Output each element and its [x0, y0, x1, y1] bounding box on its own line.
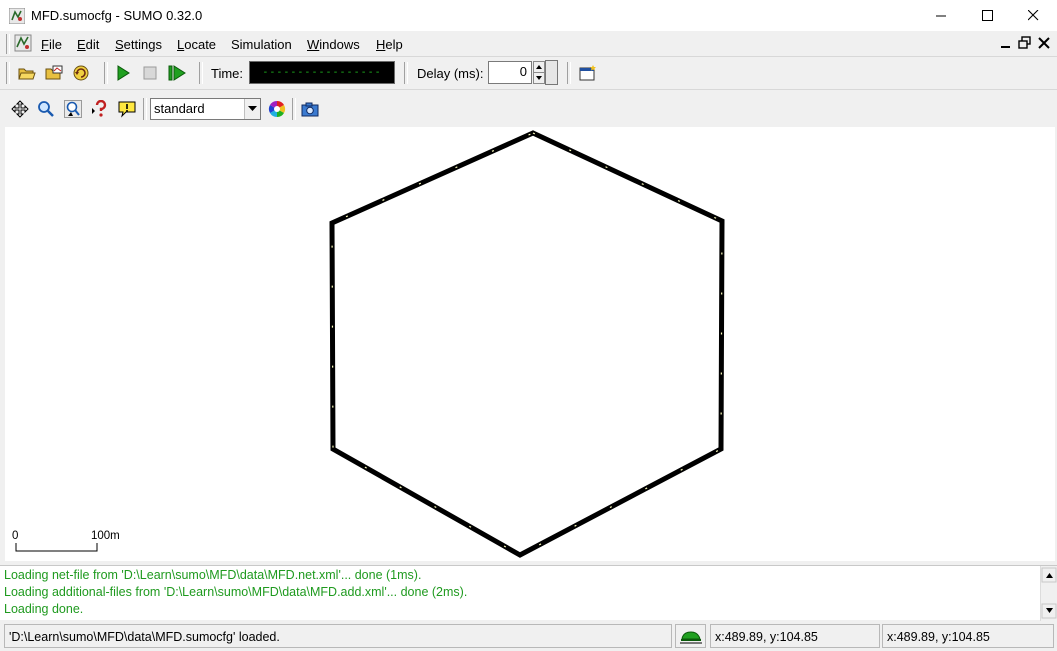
- scale-end-label: 100m: [91, 530, 120, 542]
- status-message: 'D:\Learn\sumo\MFD\data\MFD.sumocfg' loa…: [4, 624, 672, 648]
- recenter-view-button[interactable]: [8, 97, 32, 121]
- menu-simulation[interactable]: Simulation: [231, 37, 292, 52]
- play-icon: [117, 65, 130, 81]
- sumo-app-icon: [9, 8, 25, 24]
- move-arrows-icon: [11, 100, 29, 118]
- status-vehicle-button[interactable]: [675, 624, 706, 648]
- delay-slider[interactable]: [545, 60, 558, 85]
- hexagon-road-network: [329, 130, 725, 558]
- time-display: -----------------: [249, 61, 395, 84]
- cursor-coordinates: x:489.89, y:104.85: [710, 624, 880, 648]
- geo-coordinates: x:489.89, y:104.85: [882, 624, 1054, 648]
- road-network-drawing: [329, 130, 725, 558]
- minimize-button[interactable]: [918, 0, 964, 31]
- network-view-canvas[interactable]: [5, 127, 1055, 561]
- delay-label: Delay (ms):: [417, 66, 484, 81]
- scale-start-label: 0: [12, 530, 19, 542]
- toolbar-grip[interactable]: [199, 62, 203, 84]
- color-wheel-icon: [268, 100, 286, 118]
- status-bar: 'D:\Learn\sumo\MFD\data\MFD.sumocfg' loa…: [0, 621, 1057, 651]
- menu-locate[interactable]: Locate: [177, 37, 216, 52]
- open-config-button[interactable]: [15, 61, 39, 85]
- single-step-button[interactable]: [165, 61, 189, 85]
- locate-magnifier-icon: [64, 100, 82, 118]
- new-window-icon: [579, 65, 596, 81]
- delay-input[interactable]: 0: [488, 61, 532, 84]
- delay-spinner[interactable]: [533, 61, 545, 84]
- mdi-minimize-icon[interactable]: [998, 35, 1014, 51]
- stop-icon: [143, 66, 157, 80]
- stop-button[interactable]: [138, 61, 162, 85]
- edit-viewport-button[interactable]: [34, 97, 58, 121]
- scale-line: [15, 543, 98, 552]
- new-view-button[interactable]: [576, 61, 600, 85]
- car-icon: [679, 631, 702, 644]
- document-icon[interactable]: [14, 34, 32, 52]
- toolbar-grip[interactable]: [104, 62, 108, 84]
- menu-file[interactable]: File: [41, 37, 62, 52]
- visualization-scheme-select[interactable]: standard: [150, 98, 261, 120]
- main-toolbar: Time: ----------------- Delay (ms): 0: [0, 57, 1057, 90]
- log-line: Loading additional-files from 'D:\Learn\…: [4, 585, 468, 599]
- screenshot-button[interactable]: [298, 97, 322, 121]
- message-log[interactable]: Loading net-file from 'D:\Learn\sumo\MFD…: [0, 565, 1057, 621]
- close-icon: [1027, 10, 1038, 21]
- folder-open-icon: [18, 68, 36, 80]
- open-network-button[interactable]: [42, 61, 66, 85]
- menu-edit[interactable]: Edit: [77, 37, 99, 52]
- magnifier-icon: [38, 101, 54, 117]
- log-line: Loading done.: [4, 602, 84, 616]
- minimize-icon: [935, 15, 946, 17]
- log-scrollbar[interactable]: [1040, 566, 1057, 621]
- view-toolbar: standard: [0, 91, 1057, 127]
- edit-coloring-button[interactable]: [265, 97, 289, 121]
- question-mark-icon: [92, 100, 107, 117]
- toolbar-grip[interactable]: [143, 98, 147, 120]
- menubar-grip[interactable]: [6, 34, 10, 54]
- title-bar: MFD.sumocfg - SUMO 0.32.0: [0, 0, 1057, 31]
- query-info-button[interactable]: [88, 97, 112, 121]
- close-button[interactable]: [1010, 0, 1056, 31]
- start-button[interactable]: [111, 61, 135, 85]
- mdi-close-icon[interactable]: [1036, 35, 1052, 51]
- menu-settings[interactable]: Settings: [115, 37, 162, 52]
- menu-windows[interactable]: Windows: [307, 37, 360, 52]
- reload-button[interactable]: [69, 61, 93, 85]
- window-title: MFD.sumocfg - SUMO 0.32.0: [31, 8, 203, 23]
- tooltip-bubble-icon: [118, 101, 136, 118]
- time-label: Time:: [211, 66, 244, 81]
- toolbar-grip[interactable]: [567, 62, 571, 84]
- chevron-down-icon[interactable]: [244, 99, 260, 119]
- scheme-selected-value: standard: [154, 101, 205, 116]
- maximize-icon: [981, 10, 993, 21]
- toolbar-grip[interactable]: [6, 62, 10, 84]
- maximize-button[interactable]: [964, 0, 1010, 31]
- menu-bar: File Edit Settings Locate Simulation Win…: [0, 31, 1057, 57]
- toolbar-grip[interactable]: [404, 62, 408, 84]
- menu-help[interactable]: Help: [376, 37, 403, 52]
- camera-icon: [301, 102, 319, 117]
- step-icon: [168, 65, 186, 81]
- network-folder-icon: [45, 65, 63, 80]
- log-line: Loading net-file from 'D:\Learn\sumo\MFD…: [4, 568, 422, 582]
- mdi-restore-icon[interactable]: [1017, 35, 1033, 51]
- toolbar-grip[interactable]: [292, 98, 296, 120]
- reload-icon: [73, 65, 89, 81]
- tooltip-toggle-button[interactable]: [115, 97, 139, 121]
- locate-button[interactable]: [61, 97, 85, 121]
